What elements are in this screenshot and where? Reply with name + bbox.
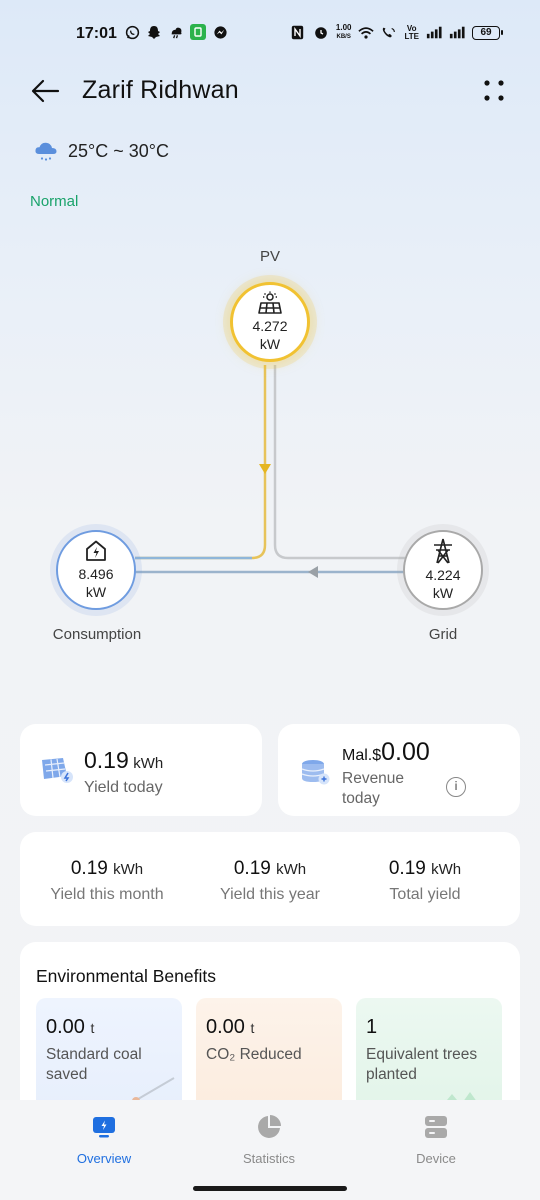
- back-button[interactable]: [30, 76, 62, 106]
- signal-sim2-icon: [449, 25, 465, 41]
- yield-year-stat: 0.19 kWh Yield this year: [187, 858, 353, 904]
- pv-to-consumption-line: [135, 365, 267, 560]
- yield-month-value: 0.19: [70, 858, 108, 879]
- nfc-icon: [290, 25, 306, 41]
- co2-reduced-unit: t: [250, 1020, 255, 1036]
- notification-icons: [124, 24, 228, 40]
- nav-statistics[interactable]: Statistics: [209, 1114, 329, 1166]
- environmental-benefits-title: Environmental Benefits: [36, 966, 216, 986]
- nav-overview[interactable]: Overview: [44, 1114, 164, 1166]
- nav-overview-label: Overview: [76, 1151, 132, 1166]
- temperature-range: 25°C ~ 30°C: [68, 140, 169, 161]
- pv-power-unit: kW: [259, 336, 281, 352]
- messenger-icon: [212, 24, 228, 40]
- yield-month-unit: kWh: [113, 861, 144, 878]
- device-icon: [425, 1116, 447, 1138]
- system-icons: 1.00 KB/S Vo LTE 69: [290, 24, 503, 41]
- consumption-node[interactable]: 8.496 kW: [56, 530, 136, 610]
- cloud-rain-icon: [35, 142, 57, 161]
- pv-power-value: 4.272: [252, 318, 288, 334]
- coal-saved-unit: t: [90, 1020, 95, 1036]
- total-yield-unit: kWh: [431, 861, 462, 878]
- whatsapp-icon: [124, 24, 140, 40]
- home-indicator[interactable]: [193, 1186, 347, 1191]
- grid-node[interactable]: 4.224 kW: [403, 530, 483, 610]
- wifi-calling-icon: [381, 25, 397, 41]
- house-bolt-icon: [86, 540, 106, 561]
- pie-chart-icon: [258, 1115, 281, 1138]
- yield-today-unit: kWh: [133, 755, 164, 772]
- pv-to-grid-line: [273, 365, 405, 560]
- currency-label: Mal.$: [342, 747, 382, 764]
- plant-status: Normal: [30, 193, 79, 210]
- total-yield-label: Total yield: [389, 886, 461, 903]
- nav-statistics-label: Statistics: [242, 1151, 295, 1166]
- more-dots-icon: [484, 80, 504, 101]
- power-tower-icon: [434, 538, 452, 564]
- pv-node[interactable]: 4.272 kW: [230, 282, 310, 362]
- alarm-icon: [313, 25, 329, 41]
- snapchat-icon: [146, 24, 162, 40]
- weather-info: 25°C ~ 30°C: [34, 140, 169, 162]
- environmental-benefits-card: Environmental Benefits 0.00 t Standard c…: [20, 942, 520, 1122]
- yield-today-value-group: 0.19 kWh: [84, 747, 163, 774]
- page-title: Zarif Ridhwan: [82, 76, 239, 104]
- overview-icon: [93, 1117, 115, 1138]
- yield-year-unit: kWh: [276, 861, 307, 878]
- consumption-label: Consumption: [52, 626, 142, 643]
- grid-power-unit: kW: [432, 585, 454, 601]
- pv-label: PV: [259, 248, 280, 265]
- co2-reduced-value: 0.00: [206, 1016, 245, 1038]
- total-yield-value: 0.19: [388, 858, 426, 879]
- yield-month-label: Yield this month: [50, 886, 164, 903]
- consumption-power-unit: kW: [85, 584, 107, 600]
- consumption-power-value: 8.496: [78, 566, 114, 582]
- yield-today-label: Yield today: [84, 779, 163, 796]
- status-time: 17:01: [76, 25, 117, 42]
- yield-month-stat: 0.19 kWh Yield this month: [24, 858, 190, 904]
- arrow-left-icon: [31, 79, 60, 103]
- net-speed-value: 1.00: [335, 23, 352, 32]
- revenue-value-group: Mal.$0.00: [342, 738, 430, 767]
- coins-icon: [301, 760, 330, 785]
- trees-planted-label: Equivalent trees planted: [366, 1046, 478, 1083]
- status-bar: 17:01 1.00 KB/S Vo LTE 69: [0, 0, 540, 66]
- signal-sim1-icon: [426, 25, 442, 41]
- yield-year-value: 0.19: [233, 858, 271, 879]
- yield-year-label: Yield this year: [220, 886, 320, 903]
- trees-planted-value: 1: [366, 1016, 378, 1038]
- wifi-icon: [358, 25, 375, 41]
- nav-device-label: Device: [416, 1151, 456, 1166]
- volte-indicator: Vo LTE: [404, 24, 419, 41]
- info-icon[interactable]: i: [446, 777, 466, 797]
- coal-saved-value: 0.00: [46, 1016, 85, 1038]
- yield-stats-card: 0.19 kWh Yield this month 0.19 kWh Yield…: [20, 832, 520, 926]
- more-options-button[interactable]: [482, 78, 506, 104]
- revenue-today-label: Revenue today: [342, 770, 405, 807]
- revenue-value: 0.00: [381, 738, 430, 766]
- nav-device[interactable]: Device: [376, 1114, 496, 1166]
- battery-indicator: 69: [472, 25, 503, 40]
- solar-panel-card-icon: [42, 758, 73, 783]
- volte-bottom: LTE: [404, 31, 419, 41]
- weather-alert-icon: [168, 24, 184, 40]
- net-speed-unit: KB/S: [336, 34, 351, 40]
- total-yield-stat: 0.19 kWh Total yield: [342, 858, 508, 904]
- grid-label: Grid: [428, 626, 458, 643]
- solar-panel-icon: [258, 291, 282, 314]
- grid-power-value: 4.224: [425, 567, 461, 583]
- co2-reduced-label: CO₂ Reduced: [206, 1046, 302, 1063]
- bottom-navigation: Overview Statistics Device: [0, 1100, 540, 1200]
- app-header: Zarif Ridhwan: [0, 66, 540, 116]
- yield-today-value: 0.19: [84, 747, 129, 773]
- revenue-today-card[interactable]: Mal.$0.00 Revenue today i: [278, 724, 520, 816]
- grid-flow-arrow: [308, 566, 318, 578]
- network-speed: 1.00 KB/S: [336, 24, 352, 41]
- pv-flow-arrow: [259, 464, 271, 474]
- yield-today-card[interactable]: 0.19 kWh Yield today: [20, 724, 262, 816]
- app-notification-icon: [190, 24, 206, 40]
